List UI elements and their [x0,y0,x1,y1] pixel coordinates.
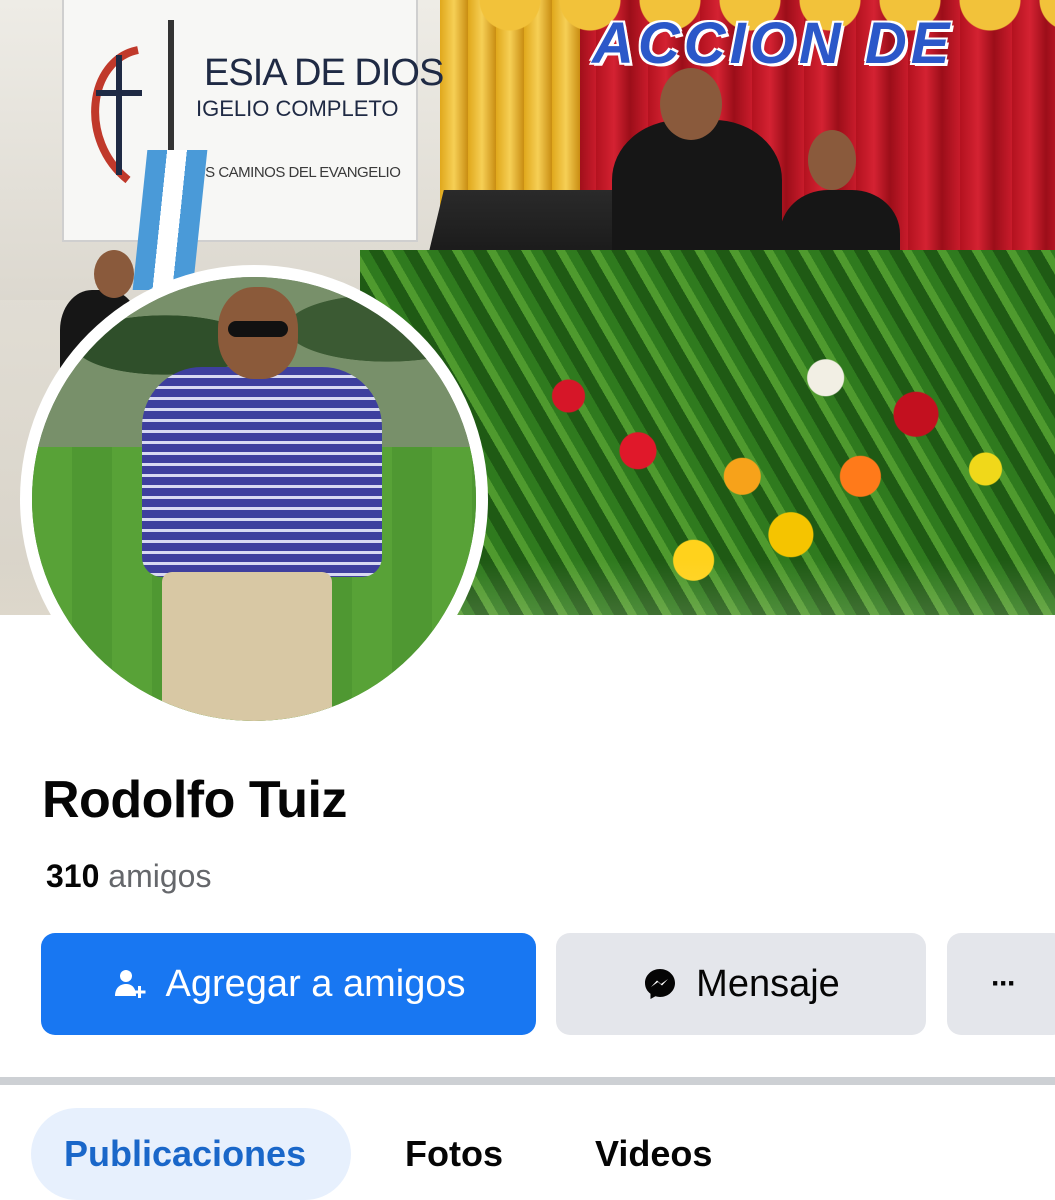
add-friend-label: Agregar a amigos [165,962,466,1005]
message-button[interactable]: Mensaje [556,933,926,1035]
message-label: Mensaje [696,962,840,1005]
section-divider [0,1077,1055,1085]
avatar-photo [32,277,476,721]
profile-name: Rodolfo Tuiz [42,771,347,829]
more-options-button[interactable]: ··· [947,933,1055,1035]
speaker-head [660,68,722,140]
avatar-sunglasses [228,321,288,337]
tab-fotos[interactable]: Fotos [405,1108,503,1200]
cover-sign-text: ACCION DE [592,11,954,76]
friends-count[interactable]: 310 amigos [46,858,211,895]
banner-text-line3: OS CAMINOS DEL EVANGELIO [194,164,401,181]
messenger-icon [642,966,678,1002]
add-person-icon [112,966,148,1002]
profile-avatar[interactable] [20,265,488,733]
tab-publicaciones[interactable]: Publicaciones [31,1108,351,1200]
friends-count-label: amigos [108,858,212,894]
friends-count-number: 310 [46,858,100,894]
add-friend-button[interactable]: Agregar a amigos [41,933,536,1035]
seated-man-head [808,130,856,190]
banner-text-line1: ESIA DE DIOS [204,52,444,94]
tab-videos[interactable]: Videos [595,1108,712,1200]
avatar-shirt [142,367,382,577]
speaker-figure [612,120,782,270]
avatar-pants [162,572,332,721]
more-dots-icon: ··· [991,967,1017,1000]
banner-text-line2: IGELIO COMPLETO [196,96,399,121]
church-banner: ESIA DE DIOS IGELIO COMPLETO OS CAMINOS … [62,0,444,242]
